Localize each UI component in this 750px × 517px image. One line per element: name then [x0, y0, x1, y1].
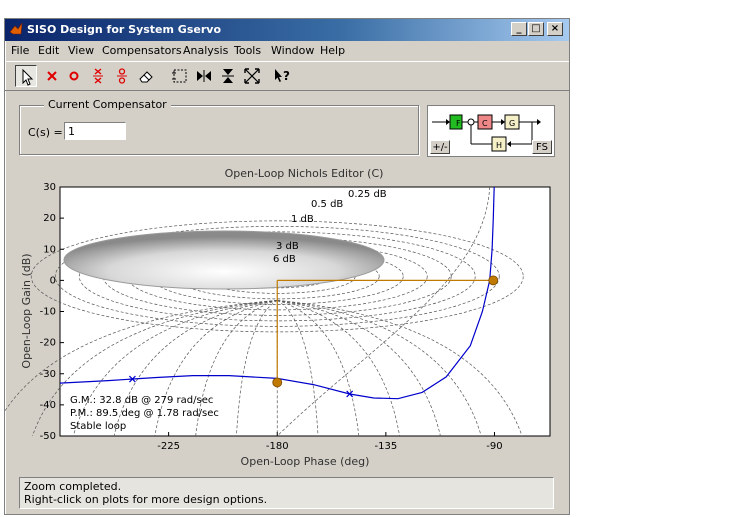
nichols-plot[interactable]: Open-Loop Nichols Editor (C) 0.25 dB 0.5… — [5, 165, 569, 475]
menu-tools[interactable]: Tools — [234, 44, 261, 57]
plot-title: Open-Loop Nichols Editor (C) — [225, 167, 384, 180]
main-window: SISO Design for System Gservo _ □ × File… — [4, 18, 570, 515]
y-tick-label: -40 — [40, 400, 56, 411]
compensator-field[interactable] — [64, 122, 126, 140]
y-tick-label: 30 — [43, 182, 56, 193]
block-f-label: F — [456, 119, 461, 128]
grid-label-6db: 6 dB — [273, 254, 296, 265]
grid-label-3db: 3 dB — [276, 241, 299, 252]
sign-toggle-button[interactable]: +/- — [430, 140, 450, 154]
grid-label-05db: 0.5 dB — [311, 199, 343, 210]
margin-marker[interactable] — [272, 377, 283, 388]
menu-analysis[interactable]: Analysis — [183, 44, 228, 57]
add-complex-pole-icon[interactable] — [87, 65, 109, 87]
phase-margin-text: P.M.: 89.5 deg @ 1.78 rad/sec — [70, 408, 219, 419]
x-tick-label: -180 — [266, 441, 289, 452]
zoom-x-icon[interactable] — [193, 65, 215, 87]
toolbar: ? — [5, 61, 569, 91]
minimize-button[interactable]: _ — [511, 22, 527, 36]
gain-margin-text: G.M.: 32.8 dB @ 279 rad/sec — [70, 395, 213, 406]
svg-text:?: ? — [283, 69, 290, 83]
menu-compensators[interactable]: Compensators — [102, 44, 182, 57]
current-compensator-group: Current Compensator C(s) = — [19, 98, 419, 155]
cs-label: C(s) = — [28, 126, 63, 139]
y-tick-label: -10 — [40, 307, 56, 318]
menu-bar: File Edit View Compensators Analysis Too… — [5, 42, 569, 60]
block-diagram[interactable]: F C G H +/- FS — [427, 105, 555, 157]
whats-this-help-icon[interactable]: ? — [271, 65, 293, 87]
window-title: SISO Design for System Gservo — [27, 23, 221, 36]
menu-help[interactable]: Help — [320, 44, 345, 57]
zoom-xy-icon[interactable] — [169, 65, 191, 87]
add-zero-icon[interactable] — [63, 65, 85, 87]
maximize-button[interactable]: □ — [528, 22, 544, 36]
y-tick-label: 0 — [50, 275, 56, 286]
compensator-group-title: Current Compensator — [44, 98, 171, 111]
x-tick-label: -90 — [486, 441, 502, 452]
y-tick-label: 20 — [43, 213, 56, 224]
zoom-y-icon[interactable] — [217, 65, 239, 87]
add-pole-icon[interactable] — [41, 65, 63, 87]
block-g-label: G — [509, 119, 515, 128]
x-tick-label: -225 — [157, 441, 180, 452]
y-tick-label: 10 — [43, 244, 56, 255]
add-complex-zero-icon[interactable] — [111, 65, 133, 87]
x-axis-label: Open-Loop Phase (deg) — [241, 455, 370, 468]
x-tick-label: -135 — [375, 441, 398, 452]
title-bar[interactable]: SISO Design for System Gservo _ □ × — [5, 19, 569, 41]
y-tick-label: -30 — [40, 369, 56, 380]
status-bar: Zoom completed. Right-click on plots for… — [19, 477, 554, 509]
margin-marker[interactable] — [488, 275, 499, 286]
eraser-icon[interactable] — [135, 65, 157, 87]
menu-window[interactable]: Window — [271, 44, 314, 57]
y-tick-label: -20 — [40, 338, 56, 349]
grid-label-1db: 1 dB — [291, 214, 314, 225]
y-tick-label: -50 — [40, 431, 56, 442]
menu-view[interactable]: View — [68, 44, 94, 57]
feedback-structure-button[interactable]: FS — [532, 140, 552, 154]
menu-edit[interactable]: Edit — [38, 44, 59, 57]
close-button[interactable]: × — [547, 22, 563, 36]
select-pointer-icon[interactable] — [15, 65, 37, 87]
zoom-fit-icon[interactable] — [241, 65, 263, 87]
block-h-label: H — [496, 141, 502, 150]
y-axis-label: Open-Loop Gain (dB) — [20, 253, 33, 368]
matlab-app-icon — [9, 22, 23, 35]
block-c-label: C — [482, 119, 488, 128]
menu-file[interactable]: File — [11, 44, 29, 57]
stability-text: Stable loop — [70, 421, 126, 432]
status-line-2: Right-click on plots for more design opt… — [24, 493, 268, 506]
status-line-1: Zoom completed. — [24, 480, 122, 493]
grid-label-025db: 0.25 dB — [348, 189, 387, 200]
